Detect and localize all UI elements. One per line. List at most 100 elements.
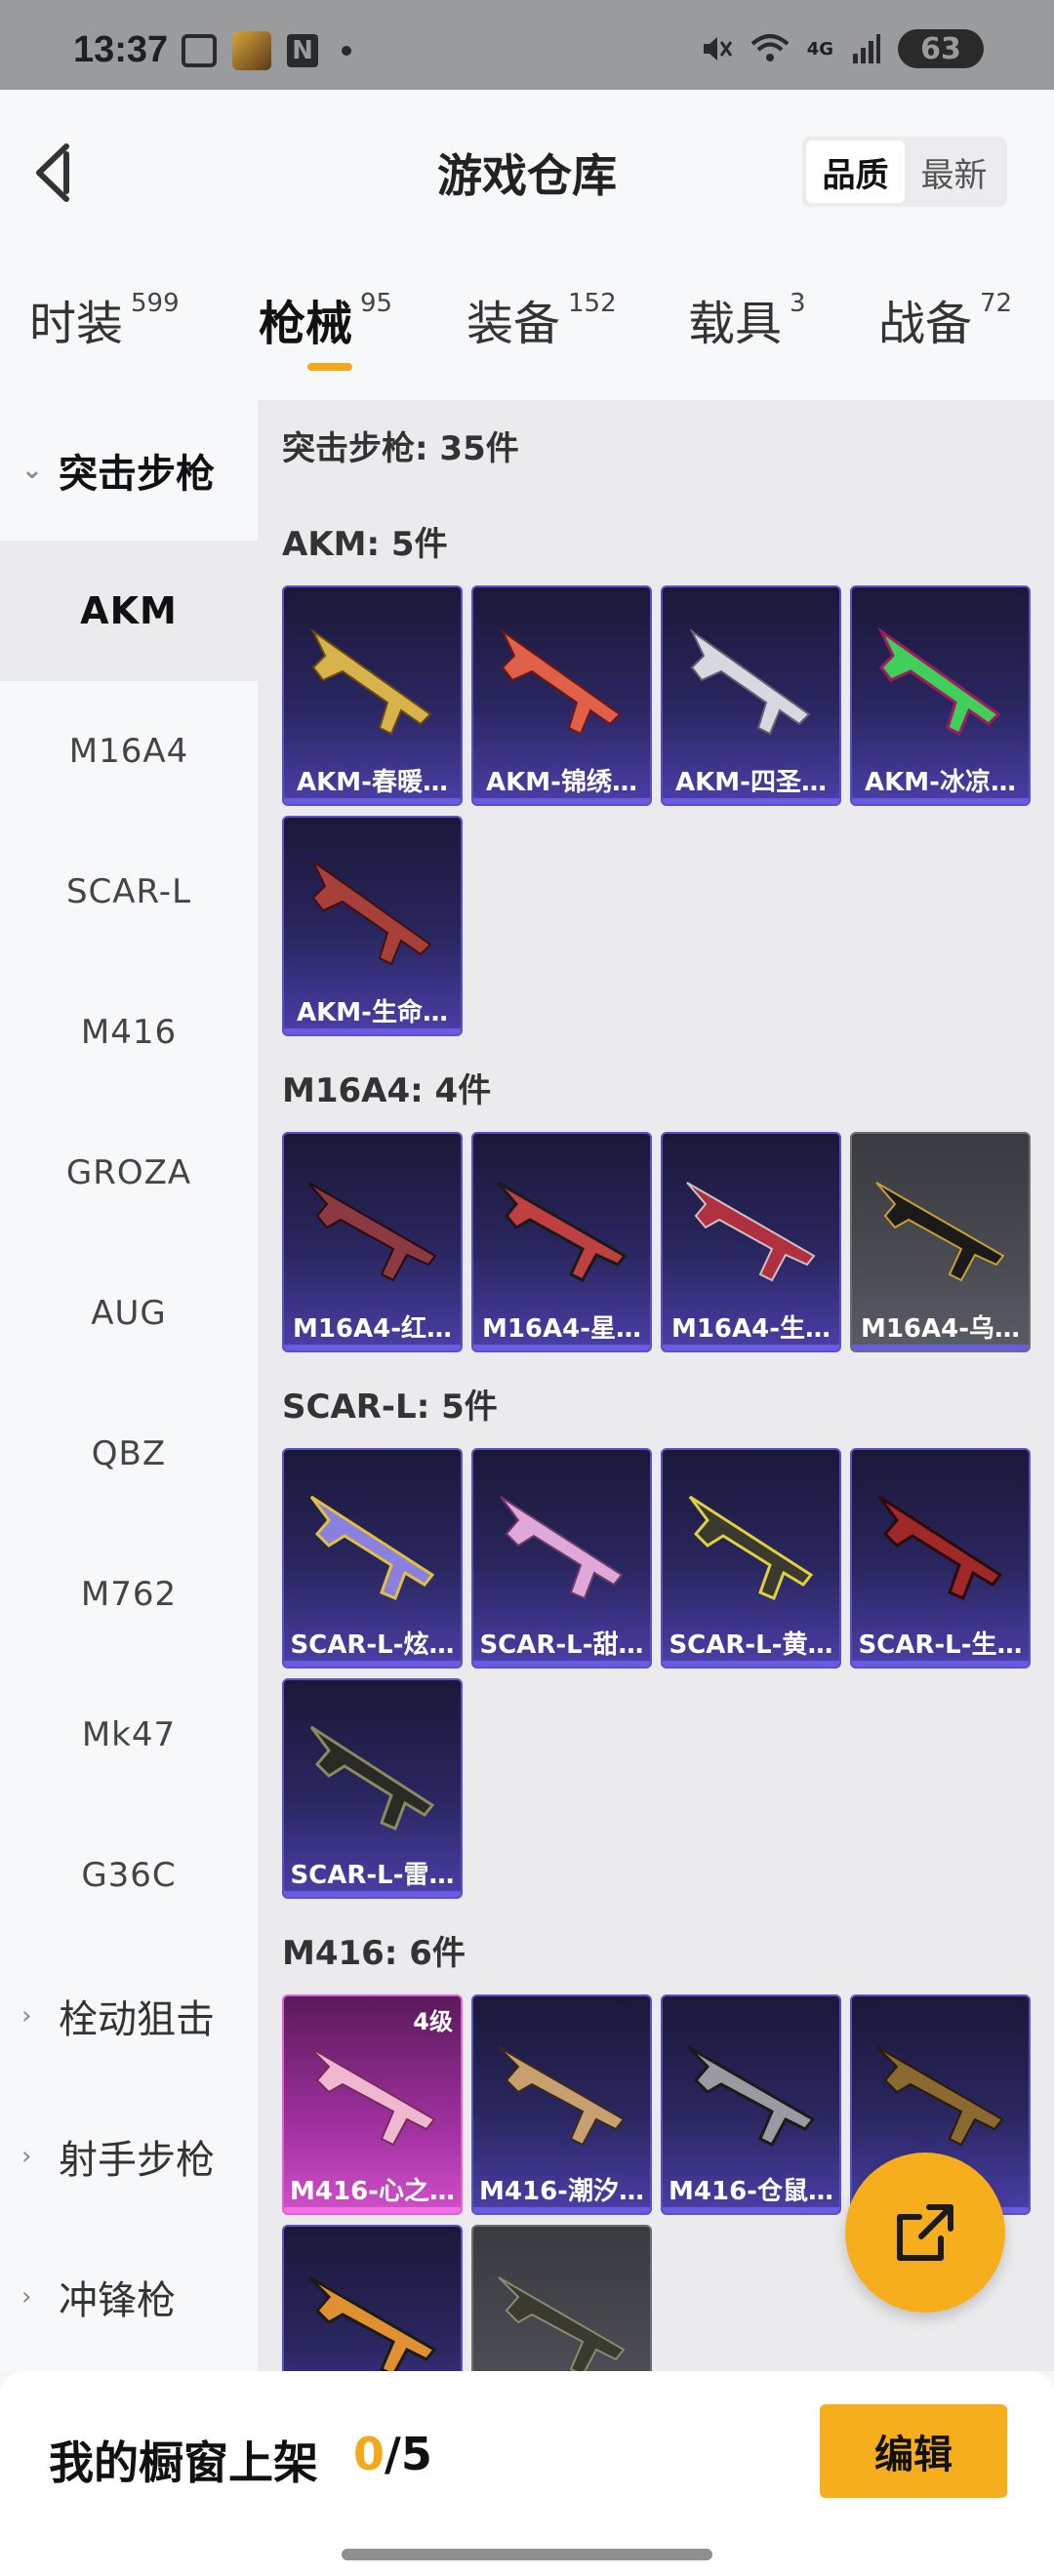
sidebar-group-label: 冲锋枪 <box>59 2278 176 2323</box>
sidebar-item-mk47[interactable]: Mk47 <box>0 1665 258 1805</box>
sidebar-item-m16a4[interactable]: M16A4 <box>0 681 258 822</box>
chevron-right-icon: › <box>21 2282 32 2312</box>
sidebar-item-m762[interactable]: M762 <box>0 1524 258 1665</box>
tab-combat-gear[interactable]: 战备 72 <box>878 285 1012 353</box>
card-rarity-bar <box>663 1661 839 1667</box>
weapon-grid: 突击步枪: 35件 AKM: 5件 AKM-春暖… AKM-锦绣… AKM-四圣… <box>258 400 1054 2371</box>
skin-card[interactable]: AKM-四圣… <box>661 585 841 806</box>
tab-label: 装备 <box>466 297 561 351</box>
sidebar-group-bolt-action[interactable]: › 栓动狙击 <box>0 1946 258 2086</box>
chevron-down-icon: ⌄ <box>21 456 43 485</box>
rifle-icon <box>686 2045 816 2147</box>
skin-card[interactable]: M16A4-星… <box>471 1132 652 1352</box>
skin-name: SCAR-L-雷… <box>290 1861 455 1890</box>
card-rarity-bar <box>284 798 461 804</box>
showcase-total: /5 <box>385 2428 432 2480</box>
skin-card[interactable] <box>471 2225 652 2371</box>
share-icon <box>897 2204 953 2261</box>
rifle-icon <box>500 1496 624 1600</box>
skin-name: AKM-四圣… <box>675 768 827 797</box>
section-title-m16a4: M16A4: 4件 <box>282 1071 492 1110</box>
card-rarity-bar <box>852 798 1029 804</box>
tab-guns[interactable]: 枪械 95 <box>259 285 392 353</box>
section-title-m416: M416: 6件 <box>282 1934 466 1973</box>
skin-name: SCAR-L-炫… <box>290 1630 455 1660</box>
rifle-icon <box>310 627 432 736</box>
rifle-icon <box>686 1182 816 1282</box>
sidebar-group-smg[interactable]: › 冲锋枪 <box>0 2227 258 2367</box>
tab-vehicles[interactable]: 载具 3 <box>688 285 806 353</box>
sidebar-item-g36c[interactable]: G36C <box>0 1805 258 1946</box>
sidebar-item-m416[interactable]: M416 <box>0 962 258 1103</box>
showcase-bar: 我的橱窗上架 0/5 编辑 <box>0 2371 1054 2576</box>
sidebar-group-assault-rifles[interactable]: ⌄ 突击步枪 <box>0 400 258 541</box>
skin-card[interactable]: SCAR-L-雷… <box>282 1678 463 1899</box>
rifle-icon <box>309 1725 435 1831</box>
skin-card[interactable]: AKM-生命… <box>282 816 463 1036</box>
section-title-scar-l: SCAR-L: 5件 <box>282 1388 498 1427</box>
tab-label: 枪械 <box>259 297 353 351</box>
rifle-icon <box>310 858 432 966</box>
skin-name: M16A4-乌… <box>860 1314 1021 1344</box>
sidebar-item-qbz[interactable]: QBZ <box>0 1384 258 1524</box>
skin-card[interactable]: SCAR-L-炫… <box>282 1448 463 1669</box>
tab-label: 载具 <box>688 297 783 351</box>
sidebar-item-groza[interactable]: GROZA <box>0 1103 258 1243</box>
skin-name: M16A4-红… <box>292 1314 453 1344</box>
rifle-icon <box>496 1181 628 1282</box>
skin-card[interactable]: 4级 M416-心之… <box>282 1994 463 2215</box>
edit-button[interactable]: 编辑 <box>820 2404 1007 2498</box>
skin-card[interactable]: SCAR-L-甜… <box>471 1448 652 1669</box>
card-rarity-bar <box>284 1345 461 1350</box>
rifle-icon <box>689 627 811 736</box>
skin-card[interactable]: SCAR-L-生… <box>850 1448 1031 1669</box>
tab-count: 72 <box>980 289 1013 318</box>
showcase-current: 0 <box>353 2428 385 2480</box>
status-bar: 13:37 N 4G 63 <box>0 0 1054 90</box>
card-rarity-bar <box>852 1661 1029 1667</box>
skin-card[interactable]: AKM-锦绣… <box>471 585 652 806</box>
header: 游戏仓库 品质 最新 <box>0 90 1054 256</box>
skin-name: M16A4-星… <box>481 1314 642 1344</box>
skin-card[interactable]: AKM-冰凉… <box>850 585 1031 806</box>
sort-quality-button[interactable]: 品质 <box>806 141 905 203</box>
sidebar-group-marksman[interactable]: › 射手步枪 <box>0 2086 258 2227</box>
sort-newest-button[interactable]: 最新 <box>905 141 1003 203</box>
screenshot-icon <box>182 34 217 67</box>
rifle-icon <box>498 2276 626 2371</box>
sidebar-item-akm[interactable]: AKM <box>0 541 258 681</box>
active-tab-indicator <box>307 363 352 371</box>
card-rarity-bar <box>473 2207 650 2213</box>
card-rarity-bar <box>284 1661 461 1667</box>
card-rarity-bar <box>284 1028 461 1034</box>
sort-toggle: 品质 最新 <box>802 137 1007 207</box>
skin-card[interactable]: AKM-春暖… <box>282 585 463 806</box>
skin-name: AKM-生命… <box>297 998 448 1027</box>
skin-card[interactable]: M416-潮汐… <box>471 1994 652 2215</box>
card-rarity-bar <box>473 1345 650 1350</box>
card-rarity-bar <box>663 2207 839 2213</box>
skin-card[interactable] <box>282 2225 463 2371</box>
status-left-icons: N <box>182 31 351 70</box>
skin-card[interactable]: M16A4-生… <box>661 1132 841 1352</box>
rifle-icon <box>875 1182 1005 1282</box>
skin-card[interactable]: M16A4-乌… <box>850 1132 1031 1352</box>
card-rarity-bar <box>663 1345 839 1350</box>
home-indicator[interactable] <box>342 2549 712 2560</box>
tab-fashion[interactable]: 时装 599 <box>29 285 180 353</box>
tab-equipment[interactable]: 装备 152 <box>466 285 617 353</box>
sidebar-item-scar-l[interactable]: SCAR-L <box>0 822 258 962</box>
showcase-count: 0/5 <box>353 2428 432 2480</box>
mute-icon <box>703 37 732 60</box>
skin-card[interactable]: SCAR-L-黄… <box>661 1448 841 1669</box>
share-button[interactable] <box>845 2153 1005 2313</box>
sidebar-item-aug[interactable]: AUG <box>0 1243 258 1384</box>
skin-card[interactable]: M16A4-红… <box>282 1132 463 1352</box>
game-app-icon <box>232 31 271 70</box>
battery-icon: 63 <box>898 29 984 68</box>
tab-count: 599 <box>131 289 180 318</box>
category-tabs: 时装 599 枪械 95 装备 152 载具 3 战备 72 <box>0 256 1054 400</box>
skin-name: M416-潮汐… <box>479 2177 644 2206</box>
skin-card[interactable]: M416-仓鼠… <box>661 1994 841 2215</box>
tab-label: 战备 <box>878 297 973 351</box>
